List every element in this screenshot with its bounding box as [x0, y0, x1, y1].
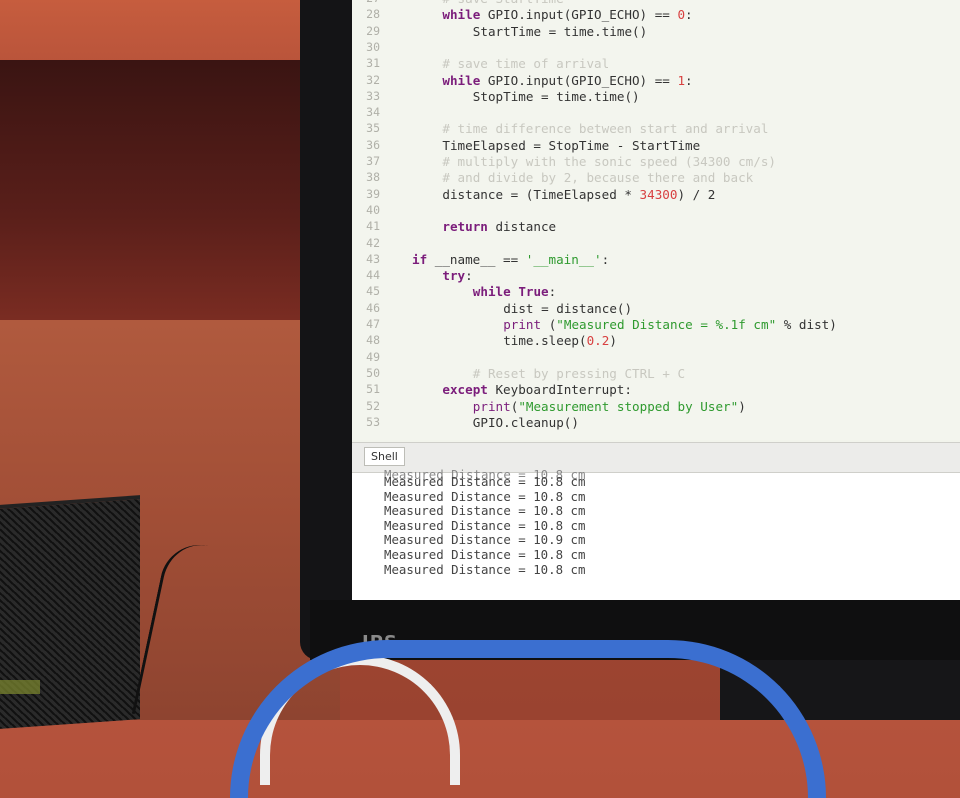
code-line: 37 # multiply with the sonic speed (34300… [352, 154, 960, 169]
code-line: 35 # time difference between start and ar… [352, 121, 960, 136]
code-line: 51 except KeyboardInterrupt: [352, 382, 960, 397]
line-number: 48 [366, 333, 380, 348]
line-number: 39 [366, 186, 380, 201]
code-editor[interactable]: 27 # save StartTime 28 while GPIO.input(GPI… [352, 0, 960, 440]
shell-line: Measured Distance = 10.8 cm [384, 474, 586, 489]
line-number: 43 [366, 251, 380, 266]
shell-line: Measured Distance = 10.8 cm [384, 561, 586, 577]
code-text: # save StartTime [442, 0, 563, 6]
line-number: 31 [366, 56, 380, 71]
code-line: 32 while GPIO.input(GPIO_ECHO) == 1: [352, 73, 960, 88]
code-text: dist = distance() [503, 300, 633, 316]
code-line: 39 distance = (TimeElapsed * 34300) / 2 [352, 187, 960, 202]
shell-line: Measured Distance = 10.8 cm [384, 547, 586, 562]
code-text: # save time of arrival [442, 56, 610, 72]
line-number: 36 [366, 137, 380, 152]
blue-cable [230, 640, 826, 798]
code-line: 40 [352, 203, 960, 218]
code-text: print("Measurement stopped by User") [472, 398, 746, 414]
line-number: 50 [366, 365, 380, 380]
line-number: 30 [366, 39, 380, 54]
monitor-screen: 27 # save StartTime 28 while GPIO.input(GPI… [352, 0, 960, 600]
code-line: 45 while True: [352, 284, 960, 299]
shell-line: Measured Distance = 10.8 cm [384, 517, 586, 533]
line-number: 53 [366, 414, 380, 429]
code-text: except KeyboardInterrupt: [442, 382, 632, 398]
shell-tab[interactable]: Shell [364, 447, 405, 466]
line-number: 37 [366, 154, 380, 168]
shell-line: Measured Distance = 10.9 cm [384, 532, 586, 548]
code-text: while GPIO.input(GPIO_ECHO) == 0: [442, 7, 693, 23]
line-number: 38 [366, 170, 380, 185]
code-text: StopTime = time.time() [472, 88, 640, 104]
code-line: 42 [352, 236, 960, 251]
line-number: 46 [366, 300, 380, 315]
line-number: 35 [366, 121, 380, 136]
code-text: try: [442, 268, 473, 284]
shell-line: Measured Distance = 10.8 cm [384, 503, 586, 519]
code-line: 44 try: [352, 268, 960, 283]
code-line: 38 # and divide by 2, because there and b… [352, 170, 960, 185]
code-text: GPIO.cleanup() [472, 414, 579, 430]
code-line: 49 [352, 350, 960, 365]
code-line: 47 print ("Measured Distance = %.1f cm" %… [352, 317, 960, 332]
code-line: 46 dist = distance() [352, 301, 960, 316]
code-line: 41 return distance [352, 219, 960, 234]
code-text: # multiply with the sonic speed (34300 c… [442, 154, 777, 169]
code-line: 33 StopTime = time.time() [352, 89, 960, 104]
shadowed-wall [0, 60, 320, 320]
code-text: # and divide by 2, because there and bac… [442, 170, 754, 186]
code-line: 52 print("Measurement stopped by User") [352, 399, 960, 414]
line-number: 41 [366, 219, 380, 234]
led-light [0, 680, 40, 694]
line-number: 32 [366, 72, 380, 87]
shell-line: Measured Distance = 10.8 cm [384, 488, 586, 504]
line-number: 52 [366, 398, 380, 413]
line-number: 49 [366, 349, 380, 364]
line-number: 44 [366, 268, 380, 283]
line-number: 34 [366, 105, 380, 120]
code-line: 36 TimeElapsed = StopTime - StartTime [352, 138, 960, 153]
code-line: 27 # save StartTime [352, 0, 960, 6]
code-text: if __name__ == '__main__': [412, 251, 610, 267]
line-number: 45 [366, 284, 380, 299]
code-text: # Reset by pressing CTRL + C [472, 365, 686, 381]
code-text: while True: [472, 284, 557, 300]
line-number: 40 [366, 202, 380, 217]
code-line: 30 [352, 40, 960, 55]
code-line: 29 StartTime = time.time() [352, 24, 960, 39]
line-number: 42 [366, 235, 380, 250]
code-text: time.sleep(0.2) [503, 333, 617, 349]
line-number: 33 [366, 88, 380, 103]
code-line: 48 time.sleep(0.2) [352, 333, 960, 348]
line-number: 47 [366, 317, 380, 331]
code-text: distance = (TimeElapsed * 34300) / 2 [442, 186, 716, 202]
code-line: 34 [352, 105, 960, 120]
code-text: StartTime = time.time() [472, 23, 648, 39]
line-number: 51 [366, 382, 380, 397]
line-number: 29 [366, 23, 380, 38]
line-number: 28 [366, 7, 380, 22]
code-text: return distance [442, 219, 557, 235]
code-text: # time difference between start and arri… [442, 121, 769, 137]
code-line: 50 # Reset by pressing CTRL + C [352, 366, 960, 381]
code-line: 28 while GPIO.input(GPIO_ECHO) == 0: [352, 7, 960, 22]
line-number: 27 [352, 0, 380, 6]
code-text: print ("Measured Distance = %.1f cm" % d… [503, 317, 837, 332]
shell-output[interactable]: Measured Distance = 10.8 cm Measured Dist… [352, 467, 960, 600]
code-line: 53 GPIO.cleanup() [352, 415, 960, 430]
code-line: 43 if __name__ == '__main__': [352, 252, 960, 267]
code-text: while GPIO.input(GPIO_ECHO) == 1: [442, 72, 693, 88]
code-text: TimeElapsed = StopTime - StartTime [442, 137, 701, 153]
code-line: 31 # save time of arrival [352, 56, 960, 71]
